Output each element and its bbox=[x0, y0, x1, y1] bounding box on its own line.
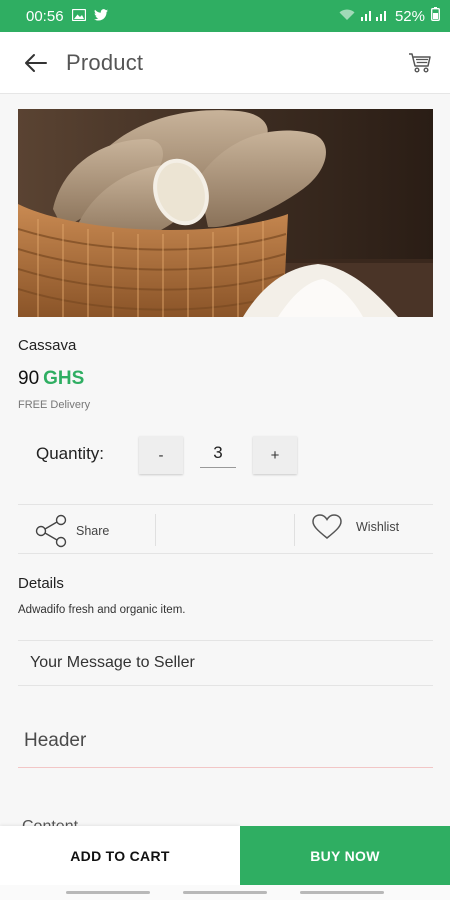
divider bbox=[18, 504, 433, 505]
divider bbox=[294, 514, 295, 546]
buy-now-button[interactable]: BUY NOW bbox=[240, 826, 450, 885]
share-label: Share bbox=[76, 524, 110, 538]
message-to-seller-field[interactable]: Your Message to Seller bbox=[18, 640, 433, 686]
battery-icon bbox=[431, 7, 440, 25]
quantity-decrease-button[interactable]: - bbox=[139, 436, 183, 474]
battery-percent: 52% bbox=[394, 7, 425, 25]
page-title: Product bbox=[66, 49, 144, 75]
add-to-cart-button[interactable]: ADD TO CART bbox=[0, 826, 240, 885]
product-name: Cassava bbox=[18, 337, 77, 354]
cart-icon bbox=[409, 52, 431, 73]
share-button[interactable]: Share bbox=[34, 514, 109, 548]
nav-back[interactable] bbox=[300, 891, 384, 894]
divider bbox=[18, 553, 433, 554]
app-bar: Product bbox=[0, 32, 450, 94]
back-button[interactable] bbox=[16, 43, 56, 83]
heart-icon bbox=[312, 514, 342, 539]
delivery-note: FREE Delivery bbox=[18, 399, 91, 411]
cart-button[interactable] bbox=[402, 45, 438, 81]
back-arrow-icon bbox=[25, 53, 47, 72]
quantity-increase-button[interactable]: + bbox=[253, 436, 297, 474]
quantity-label: Quantity: bbox=[36, 444, 105, 463]
details-text: Adwadifo fresh and organic item. bbox=[18, 604, 186, 616]
price-value: 90 bbox=[18, 368, 40, 389]
system-nav-bar bbox=[0, 885, 450, 900]
signal-icon bbox=[360, 8, 389, 25]
product-image bbox=[18, 109, 433, 317]
price-currency: GHS bbox=[43, 368, 85, 389]
twitter-icon bbox=[93, 8, 108, 25]
share-icon bbox=[35, 514, 67, 548]
bottom-action-bar: ADD TO CART BUY NOW bbox=[0, 826, 450, 885]
image-icon bbox=[71, 8, 86, 25]
quantity-value[interactable]: 3 bbox=[200, 440, 236, 468]
nav-recents[interactable] bbox=[66, 891, 150, 894]
status-time: 00:56 bbox=[26, 7, 64, 25]
wifi-icon bbox=[339, 8, 355, 25]
wishlist-button[interactable]: Wishlist bbox=[312, 514, 399, 540]
nav-home[interactable] bbox=[183, 891, 267, 894]
details-title: Details bbox=[18, 575, 64, 592]
status-bar: 00:56 52% bbox=[0, 0, 450, 32]
actions-row: Share Wishlist bbox=[18, 506, 433, 554]
divider bbox=[155, 514, 156, 546]
wishlist-label: Wishlist bbox=[356, 520, 400, 534]
header-input[interactable]: Header bbox=[18, 730, 433, 768]
product-price: 90 GHS bbox=[18, 368, 84, 390]
